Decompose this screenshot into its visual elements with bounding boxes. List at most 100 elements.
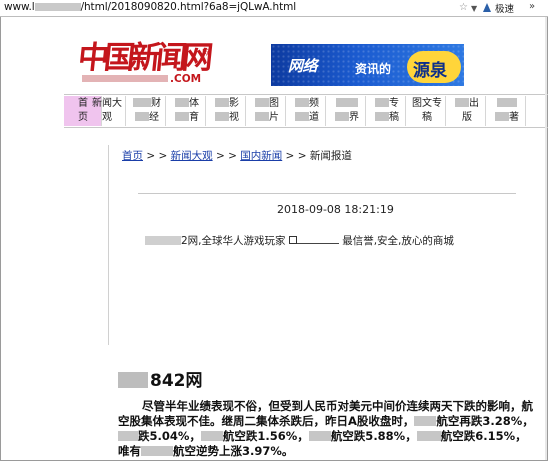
redacted-text (200, 431, 223, 441)
redacted-text (255, 98, 269, 107)
site-logo[interactable]: 中国新闻网 网 .COM (76, 40, 218, 88)
nav-label: 专 (368, 98, 406, 110)
nav-label-text: 著 (509, 112, 519, 123)
nav-item-finance[interactable]: 财经 (128, 96, 166, 126)
nav-label-text: 育 (189, 112, 199, 123)
breadcrumb-domestic-link[interactable]: 国内新闻 (240, 150, 282, 162)
nav-label-text: 稿 (389, 112, 399, 123)
nav-label: 频 (288, 98, 326, 110)
banner-text-1: 网络 (288, 57, 318, 75)
nav-item-channel[interactable]: 频道 (288, 96, 326, 126)
nav-label-text: 财 (151, 98, 161, 109)
redacted-text (175, 98, 189, 107)
headline-text: 842网 (150, 371, 203, 391)
breadcrumb-separator: > > (143, 150, 171, 162)
nav-item-sports[interactable]: 体育 (168, 96, 206, 126)
breadcrumb-news-link[interactable]: 新闻大观 (171, 150, 213, 162)
nav-label-text: 视 (229, 112, 239, 123)
nav-label-text: 影 (229, 98, 239, 109)
nav-item-photo[interactable]: 图片 (248, 96, 286, 126)
nav-label-text: 经 (149, 112, 159, 123)
nav-label-text: 出 (469, 98, 479, 109)
nav-label-text: 界 (349, 112, 359, 123)
lightning-icon[interactable] (483, 3, 491, 12)
breadcrumb-current: 新闻报道 (309, 150, 352, 162)
divider (138, 193, 516, 194)
nav-label: 界 (328, 112, 366, 124)
nav-item-photo-feature[interactable]: 图文专稿 (408, 96, 446, 126)
banner-badge: 源泉 (407, 51, 461, 83)
article-datetime: 2018-09-08 18:21:19 (277, 203, 394, 216)
redacted-text (375, 112, 389, 121)
more-icon[interactable]: » (529, 1, 535, 12)
redacted-text (455, 98, 469, 107)
speed-mode-label[interactable]: 极速 (495, 1, 514, 15)
redacted-text (336, 98, 358, 107)
nav-label: 出 (448, 98, 486, 110)
banner-text-3: 源泉 (413, 61, 447, 81)
para-text: 航空再跌3.28%， (436, 414, 534, 428)
redacted-text (414, 416, 437, 426)
logo-domain: .COM (82, 73, 201, 85)
nav-label: 图文专 (412, 98, 442, 109)
redacted-text (295, 112, 309, 121)
breadcrumb: 首页 > > 新闻大观 > > 国内新闻 > > 新闻报道 (122, 148, 352, 163)
redacted-text (118, 431, 138, 441)
nav-item-news[interactable]: 新闻大观 (88, 96, 126, 126)
nav-label: 道 (288, 112, 326, 124)
nav-label-text: 片 (269, 112, 279, 123)
nav-label: 稿 (422, 112, 432, 123)
nav-label: 著 (488, 112, 526, 124)
nav-label-text: 体 (189, 98, 199, 109)
scrollbar[interactable] (545, 17, 547, 460)
redacted-text (135, 112, 149, 121)
redacted-text (133, 98, 151, 107)
redacted-text (175, 112, 189, 121)
nav-label: 稿 (368, 112, 406, 124)
nav-label (328, 98, 366, 110)
redacted-domain (34, 3, 81, 11)
nav-item-feature[interactable]: 专稿 (368, 96, 406, 126)
ad-line[interactable]: 2网,全球华人游戏玩家 最信誉,安全,放心的商城 (145, 233, 454, 248)
address-bar[interactable]: www.l/html/2018090820.html?6a8=jQLwA.htm… (0, 0, 548, 17)
redacted-text (295, 98, 309, 107)
banner-text-2: 资讯的 (355, 62, 392, 76)
redacted-text (497, 98, 517, 107)
url-text[interactable]: www.l/html/2018090820.html?6a8=jQLwA.htm… (4, 1, 296, 13)
content-left-rule (108, 145, 109, 345)
nav-item-publish[interactable]: 出版 (448, 96, 486, 126)
redacted-text (255, 112, 269, 121)
header-banner[interactable]: 网络 资讯的 源泉 (271, 44, 464, 86)
nav-label: 经 (128, 112, 166, 124)
redacted-text (416, 431, 441, 441)
chevron-down-icon[interactable]: ▼ (471, 4, 477, 13)
ad-text-a: 2网,全球华人游戏玩家 (181, 235, 286, 247)
logo-text: 中国新闻网 (76, 40, 210, 76)
redacted-text (141, 446, 173, 456)
star-icon[interactable]: ☆ (459, 2, 468, 13)
nav-label-text: 图 (269, 98, 279, 109)
url-prefix: www.l (4, 1, 35, 13)
main-nav: 首页 新闻大观 财经 体育 影视 图片 频道 界 专稿 图文专稿 出版 著 (64, 94, 548, 128)
nav-item-world[interactable]: 界 (328, 96, 366, 126)
nav-label (488, 98, 526, 110)
nav-label: 影 (208, 98, 246, 110)
redacted-text (335, 112, 349, 121)
nav-label: 片 (248, 112, 286, 124)
ad-logo-icon (288, 235, 339, 244)
breadcrumb-home-link[interactable]: 首页 (122, 150, 143, 162)
redacted-text (495, 112, 509, 121)
nav-label: 图 (248, 98, 286, 110)
nav-label-text: 专 (389, 98, 399, 109)
redacted-text (145, 236, 181, 245)
nav-label: 育 (168, 112, 206, 124)
nav-label: 版 (462, 112, 472, 123)
nav-item-film[interactable]: 影视 (208, 96, 246, 126)
ad-text-b: 最信誉,安全,放心的商城 (342, 235, 454, 247)
nav-item-author[interactable]: 著 (488, 96, 526, 126)
redacted-text (375, 98, 389, 107)
para-text: 航空跌1.56%， (222, 429, 309, 443)
nav-label: 视 (208, 112, 246, 124)
para-text: 航空跌5.88%， (330, 429, 417, 443)
redacted-text (118, 372, 148, 388)
